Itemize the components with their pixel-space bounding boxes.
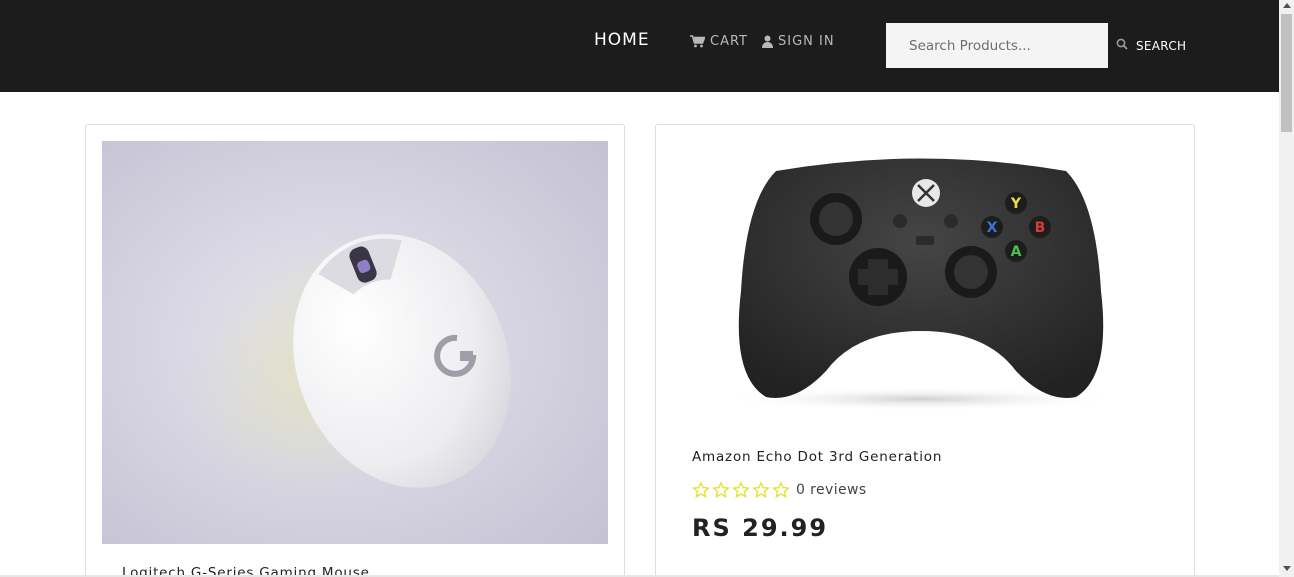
star-rating: 0 reviews	[692, 481, 867, 499]
star-outline-icon	[712, 481, 730, 499]
user-icon	[762, 35, 773, 48]
product-card[interactable]: Y X B A Amazon Echo Dot 3rd Generation 0…	[655, 124, 1195, 577]
product-image[interactable]: Y X B A	[716, 141, 1126, 416]
nav-signin-label: SIGN IN	[778, 34, 835, 49]
product-image[interactable]	[102, 141, 608, 544]
star-outline-icon	[752, 481, 770, 499]
search-icon	[1116, 38, 1128, 53]
svg-text:A: A	[1011, 244, 1022, 260]
review-count: 0 reviews	[796, 482, 867, 498]
nav-cart-link[interactable]: CART	[690, 34, 748, 49]
star-outline-icon	[732, 481, 750, 499]
search-button[interactable]: SEARCH	[1116, 38, 1186, 53]
scrollbar-thumb[interactable]	[1281, 14, 1292, 132]
vertical-scrollbar[interactable]	[1279, 0, 1294, 577]
star-outline-icon	[692, 481, 710, 499]
shopping-cart-icon	[690, 35, 705, 48]
search-button-label: SEARCH	[1136, 38, 1187, 53]
nav-cart-label: CART	[710, 34, 748, 49]
product-title[interactable]: Amazon Echo Dot 3rd Generation	[692, 449, 942, 465]
product-card[interactable]: Logitech G-Series Gaming Mouse	[85, 124, 625, 577]
star-outline-icon	[772, 481, 790, 499]
nav-home-link[interactable]: HOME	[594, 30, 650, 50]
svg-text:X: X	[987, 220, 998, 236]
svg-text:B: B	[1035, 220, 1046, 236]
nav-signin-link[interactable]: SIGN IN	[762, 34, 835, 49]
scroll-up-arrow-icon[interactable]	[1283, 3, 1291, 8]
scroll-down-arrow-icon[interactable]	[1283, 566, 1291, 571]
svg-text:Y: Y	[1010, 196, 1022, 212]
product-price: RS 29.99	[692, 514, 829, 542]
search-input[interactable]	[886, 23, 1108, 68]
top-navbar: HOME CART SIGN IN SEARCH	[0, 0, 1279, 92]
